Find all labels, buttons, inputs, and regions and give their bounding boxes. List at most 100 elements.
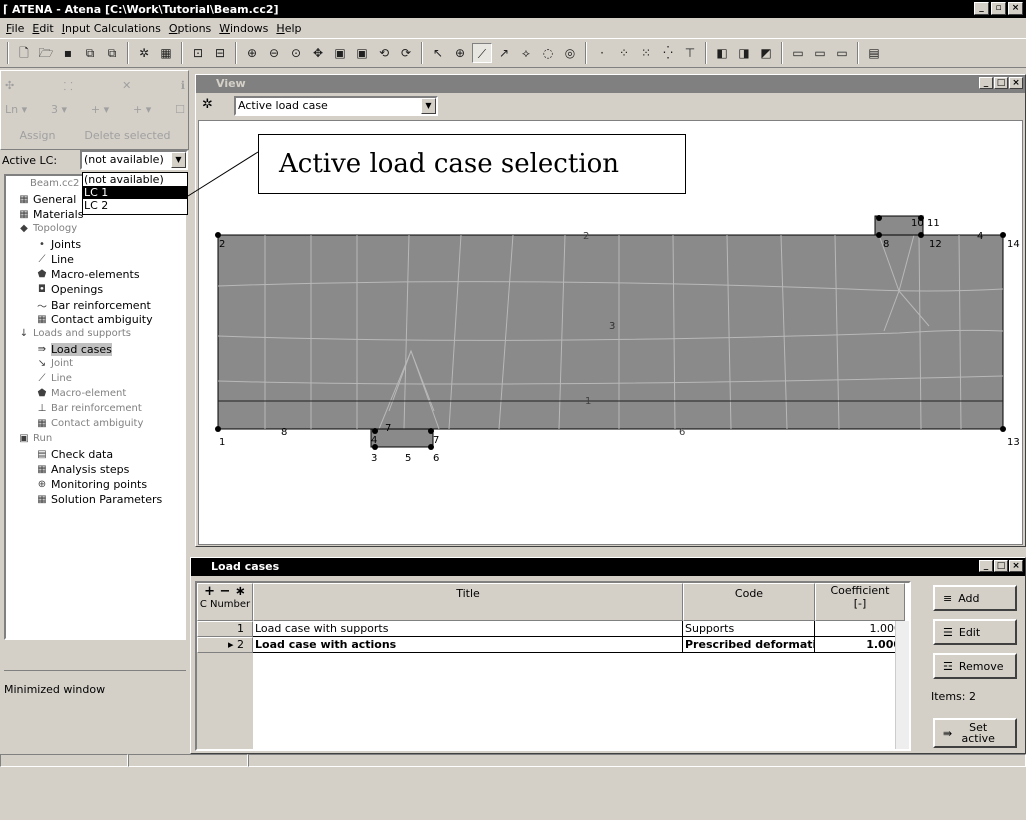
info-tool-icon[interactable]: ℹ (181, 79, 185, 94)
close-button[interactable]: × (1009, 560, 1023, 572)
add-button[interactable]: ≡ Add (933, 585, 1017, 611)
view-icon[interactable]: ⊡ (188, 43, 208, 63)
tree-item-contact-ambiguity[interactable]: ▦ Contact ambiguity (36, 313, 152, 326)
active-lc-dropdown[interactable]: (not available) LC 1 LC 2 (82, 172, 188, 215)
table-cell[interactable]: Prescribed deformati (683, 637, 815, 653)
tree-item-load-contact[interactable]: ▦ Contact ambiguity (36, 418, 143, 429)
tree-item-general[interactable]: ▦ General (18, 193, 76, 206)
grid-icon[interactable]: ▦ (156, 43, 176, 63)
row-number-current[interactable]: ▸ 2 (197, 637, 253, 653)
menu-options[interactable]: Options (165, 22, 215, 35)
tree-item-macro-elements[interactable]: ⬟ Macro-elements (36, 268, 140, 281)
dropdown-option[interactable]: (not available) (83, 173, 187, 186)
tree-item-loads-supports[interactable]: ↓ Loads and supports (18, 328, 131, 339)
display-2-icon[interactable]: ▭ (810, 43, 830, 63)
select-arrow-icon[interactable]: ↗ (494, 43, 514, 63)
select-region-2-icon[interactable]: ◎ (560, 43, 580, 63)
menu-edit[interactable]: Edit (28, 22, 57, 35)
tree-item-topology[interactable]: ◆ Topology (18, 223, 77, 234)
tree-item-monitoring-points[interactable]: ⊕ Monitoring points (36, 478, 147, 491)
open-folder-icon[interactable]: 🗁 (36, 43, 56, 63)
tree-item-load-line[interactable]: ⟋ Line (36, 373, 72, 384)
minimize-button[interactable]: _ (974, 2, 989, 15)
grid-tool-icon[interactable]: ⸬ (64, 79, 73, 94)
asterisk-icon[interactable]: ∗ (235, 584, 246, 599)
tree-item-analysis-steps[interactable]: ▦ Analysis steps (36, 463, 129, 476)
tree-item-load-cases[interactable]: ⇛ Load cases (36, 343, 112, 356)
delete-selected-button[interactable]: Delete selected (84, 129, 170, 142)
numbering-3-icon[interactable]: ◩ (756, 43, 776, 63)
tree-item-load-macro[interactable]: ⬟ Macro-element (36, 388, 127, 399)
table-cell[interactable]: Load case with actions (253, 637, 683, 653)
paste-icon[interactable]: ⧉ (102, 43, 122, 63)
ln-selector[interactable]: Ln ▾ (5, 103, 27, 116)
numbering-icon[interactable]: ◧ (712, 43, 732, 63)
tree-item-openings[interactable]: ◘ Openings (36, 283, 103, 296)
minimize-button[interactable]: _ (979, 560, 993, 572)
view-load-case-combo[interactable]: Active load case ▼ (234, 96, 438, 116)
rotate-2-icon[interactable]: ⟳ (396, 43, 416, 63)
display-icon[interactable]: ▭ (788, 43, 808, 63)
tree-item-check-data[interactable]: ▤ Check data (36, 448, 113, 461)
maximize-button[interactable]: □ (994, 560, 1008, 572)
vertical-scrollbar[interactable] (895, 621, 909, 749)
active-lc-combo[interactable]: (not available) ▼ (80, 150, 188, 170)
tree-item-load-bar[interactable]: ⊥ Bar reinforcement (36, 403, 142, 414)
tree-item-bar-reinforcement[interactable]: 〜 Bar reinforcement (36, 298, 151, 313)
select-line-icon[interactable]: ⟋ (472, 43, 492, 63)
menu-input-calculations[interactable]: Input Calculations (58, 22, 165, 35)
table-cell[interactable]: Supports (683, 621, 815, 637)
copy-icon[interactable]: ⧉ (80, 43, 100, 63)
zoom-in-icon[interactable]: ⊕ (242, 43, 262, 63)
dropdown-option[interactable]: LC 2 (83, 199, 187, 212)
dots-icon[interactable]: ⁘ (614, 43, 634, 63)
edit-button[interactable]: ☰ Edit (933, 619, 1017, 645)
select-element-icon[interactable]: ⟡ (516, 43, 536, 63)
select-region-icon[interactable]: ◌ (538, 43, 558, 63)
dot-icon[interactable]: · (592, 43, 612, 63)
dropdown-option-selected[interactable]: LC 1 (83, 186, 187, 199)
zoom-out-icon[interactable]: ⊖ (264, 43, 284, 63)
window-icon[interactable]: ⊟ (210, 43, 230, 63)
menu-file[interactable]: File (2, 22, 28, 35)
tree-item-materials[interactable]: ▦ Materials (18, 208, 83, 221)
numbering-2-icon[interactable]: ◨ (734, 43, 754, 63)
table-cell[interactable]: 1.000 (815, 621, 905, 637)
tree-item-run[interactable]: ▣ Run (18, 433, 52, 444)
add-icon[interactable]: ✣ (5, 79, 14, 94)
rotate-icon[interactable]: ⟲ (374, 43, 394, 63)
close-button[interactable]: × (1009, 77, 1023, 89)
table-cell[interactable]: 1.000 (815, 637, 905, 653)
chevron-down-icon[interactable]: ▼ (421, 98, 436, 114)
new-file-icon[interactable]: 🗋 (14, 43, 34, 63)
zoom-window-icon[interactable]: ⊙ (286, 43, 306, 63)
plus-selector[interactable]: + ▾ (91, 103, 109, 116)
support-icon[interactable]: ⊤ (680, 43, 700, 63)
minimized-window[interactable]: Minimized window (4, 670, 186, 820)
minus-icon[interactable]: − (220, 584, 231, 599)
menu-windows[interactable]: Windows (215, 22, 272, 35)
tree-item-line[interactable]: ⟋ Line (36, 253, 74, 266)
close-button[interactable]: × (1008, 2, 1023, 15)
zoom-all-icon[interactable]: ▣ (330, 43, 350, 63)
set-active-button[interactable]: ⇛ Set active (933, 718, 1017, 748)
menu-help[interactable]: Help (272, 22, 305, 35)
tree-item-solution-parameters[interactable]: ▦ Solution Parameters (36, 493, 162, 506)
pointer-icon[interactable]: ↖ (428, 43, 448, 63)
tree-item-joints[interactable]: • Joints (36, 238, 81, 251)
table-cell[interactable]: Load case with supports (253, 621, 683, 637)
tree-item-load-joint[interactable]: ↘ Joint (36, 358, 73, 369)
plus-selector-2[interactable]: + ▾ (133, 103, 151, 116)
cross-tool-icon[interactable]: ✕ (122, 79, 131, 94)
settings-icon[interactable]: ✲ (202, 97, 213, 112)
mesh-icon[interactable]: ✲ (134, 43, 154, 63)
tree-root[interactable]: Beam.cc2 (30, 178, 79, 189)
minimize-button[interactable]: _ (979, 77, 993, 89)
plus-icon[interactable]: + (204, 584, 215, 599)
zoom-extents-icon[interactable]: ▣ (352, 43, 372, 63)
pan-icon[interactable]: ✥ (308, 43, 328, 63)
save-icon[interactable]: ▪ (58, 43, 78, 63)
number-selector[interactable]: 3 ▾ (51, 103, 67, 116)
display-3-icon[interactable]: ▭ (832, 43, 852, 63)
remove-button[interactable]: ☲ Remove (933, 653, 1017, 679)
